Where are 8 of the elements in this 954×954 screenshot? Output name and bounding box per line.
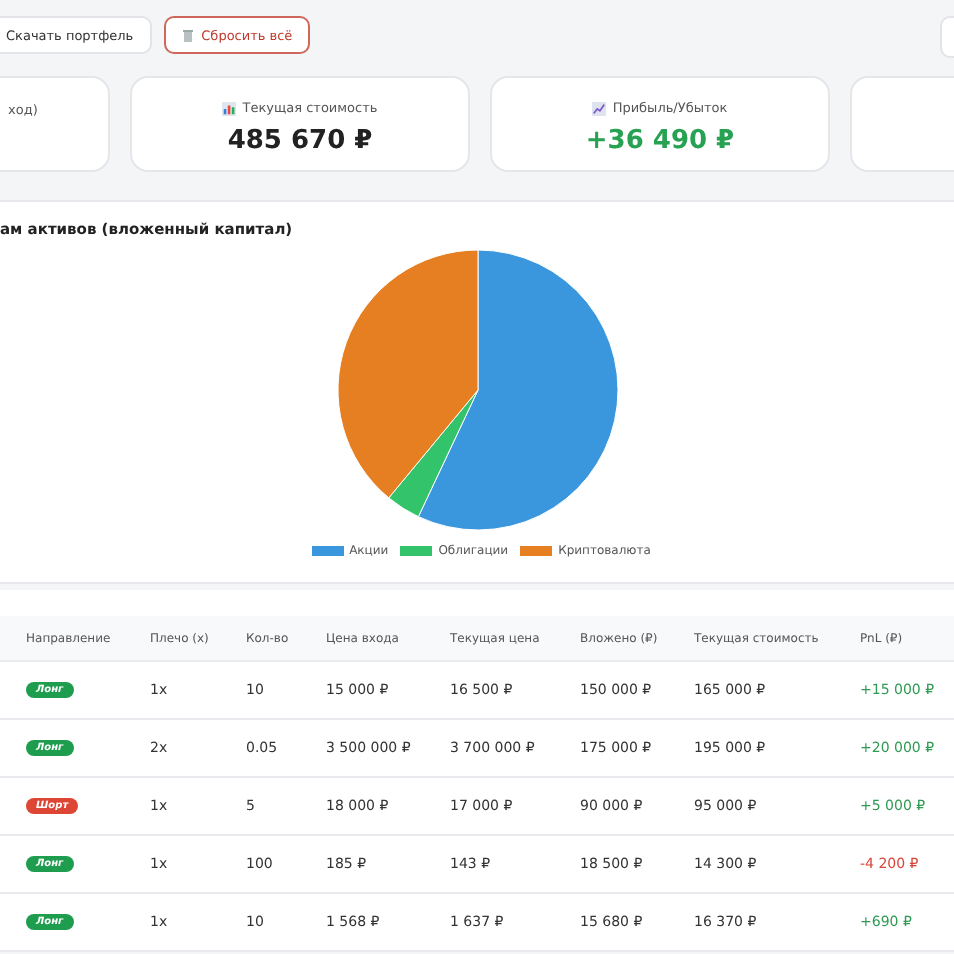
legend-swatch xyxy=(400,546,433,556)
trend-chart-icon xyxy=(592,101,607,115)
legend-swatch xyxy=(311,546,344,556)
bar-chart-icon xyxy=(222,101,237,115)
card-value: 485 670 ₽ xyxy=(227,126,373,156)
trash-icon xyxy=(181,28,194,42)
legend-swatch xyxy=(520,546,553,556)
card-value: +36 490 ₽ xyxy=(585,126,735,156)
